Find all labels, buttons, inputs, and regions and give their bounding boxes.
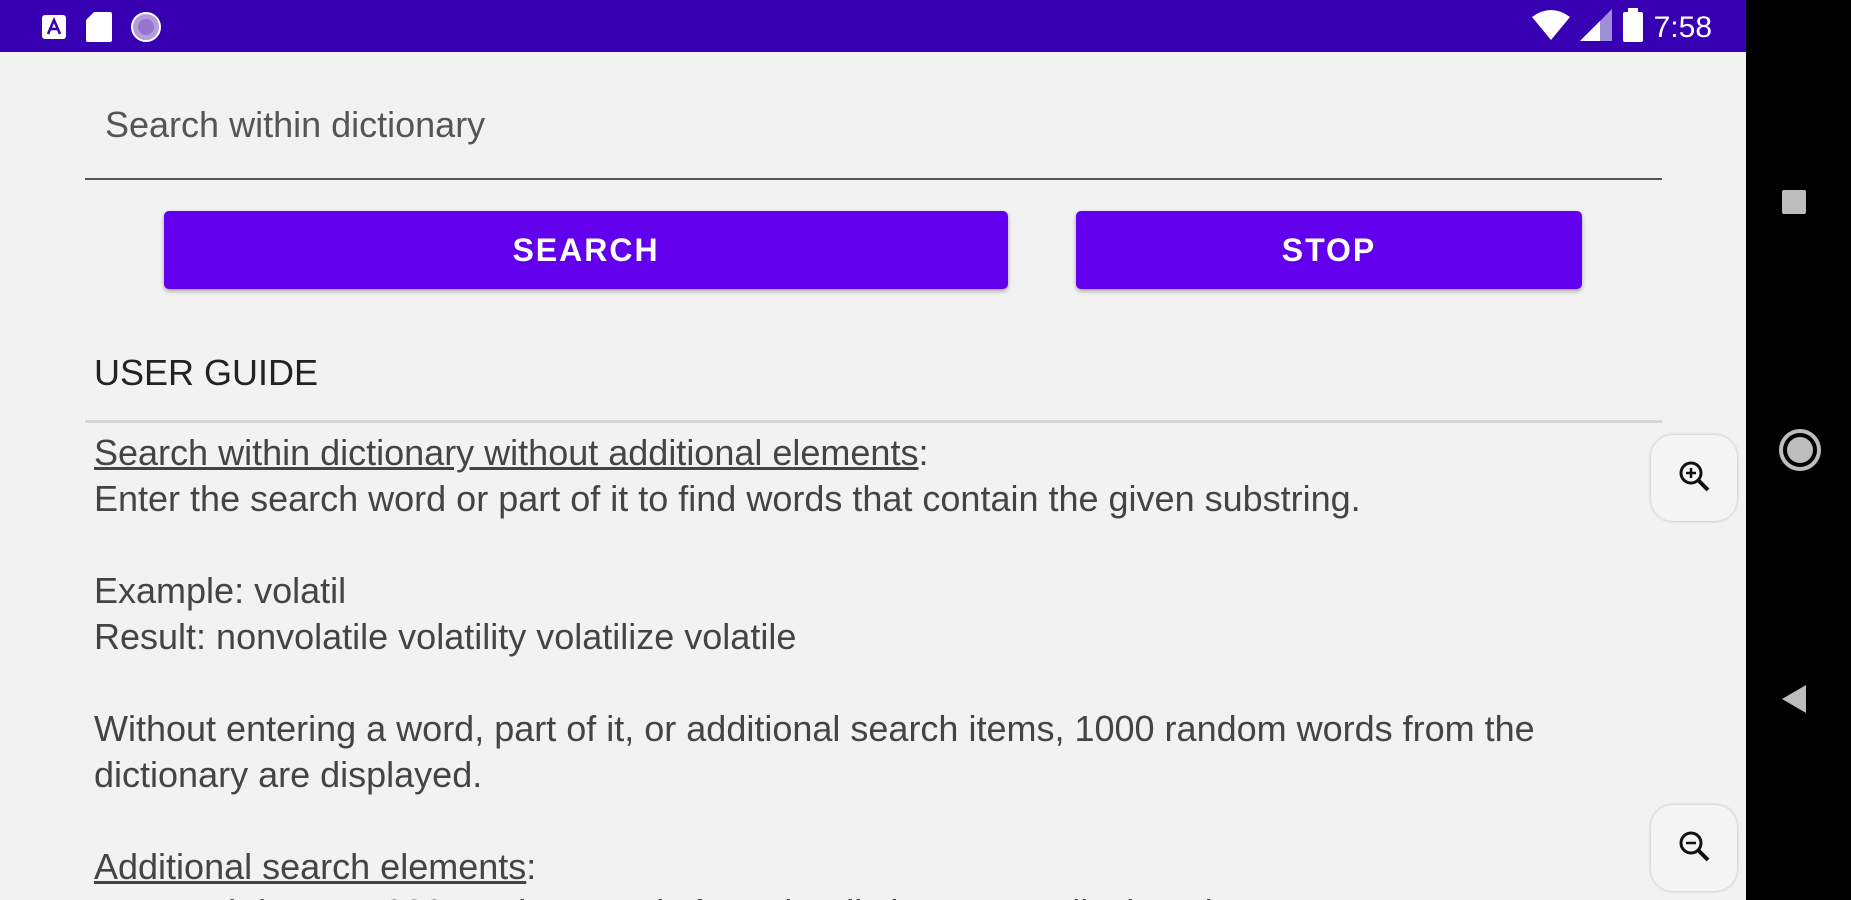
random-words-note: Without entering a word, part of it, or … (94, 708, 1535, 795)
wifi-icon (1531, 9, 1570, 46)
back-triangle-icon[interactable] (1778, 682, 1810, 721)
section1-heading: Search within dictionary without additio… (94, 432, 919, 473)
home-circle-icon[interactable] (1778, 428, 1822, 477)
search-button[interactable]: SEARCH (164, 211, 1008, 289)
zoom-out-button[interactable] (1651, 805, 1737, 891)
recents-square-icon[interactable] (1778, 186, 1810, 223)
section1-description: Enter the search word or part of it to f… (94, 478, 1361, 519)
zoom-out-icon (1676, 828, 1712, 869)
signal-icon (1579, 9, 1612, 46)
app-screen: 7:58 SEARCH STOP USER GUIDE Search withi… (0, 0, 1746, 900)
user-guide-text: Search within dictionary without additio… (94, 430, 1674, 900)
adb-icon (40, 13, 68, 46)
navigation-bar (1746, 0, 1851, 900)
section2-heading-colon: : (526, 846, 537, 887)
zoom-in-icon (1676, 458, 1712, 499)
example-line: Example: volatil (94, 570, 347, 611)
guide-divider (85, 420, 1662, 423)
status-time: 7:58 (1653, 10, 1712, 44)
stop-button[interactable]: STOP (1076, 211, 1582, 289)
search-field[interactable] (85, 80, 1662, 180)
battery-icon (1622, 8, 1644, 47)
section2-heading: Additional search elements (94, 846, 527, 887)
status-bar: 7:58 (0, 0, 1746, 52)
result-line: Result: nonvolatile volatility volatiliz… (94, 616, 797, 657)
section2-partial-line: … search items, 1000 random words from t… (94, 890, 1674, 900)
guide-title: USER GUIDE (94, 352, 319, 393)
sd-card-icon (86, 12, 112, 47)
zoom-in-button[interactable] (1651, 435, 1737, 521)
section1-heading-colon: : (918, 432, 929, 473)
sync-circle-icon (130, 11, 162, 48)
search-input[interactable] (103, 94, 1607, 156)
